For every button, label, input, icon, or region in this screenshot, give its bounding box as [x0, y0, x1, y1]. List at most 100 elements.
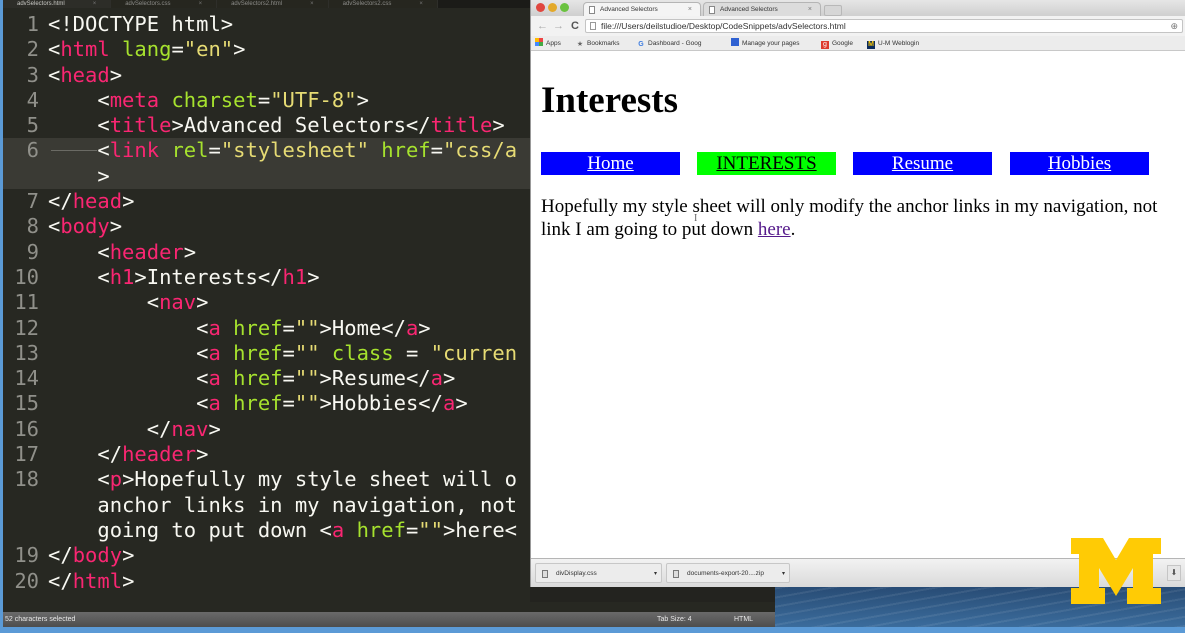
browser-tab[interactable]: Advanced Selectors × — [583, 2, 701, 16]
editor-tab[interactable]: advSelectors.css × — [111, 0, 218, 8]
close-icon[interactable]: × — [310, 1, 314, 7]
line-number: 0 — [3, 518, 39, 543]
bookmark-um-weblogin[interactable]: M U-M Weblogin — [867, 36, 919, 51]
page-paragraph: Hopefully my style sheet will only modif… — [541, 195, 1185, 241]
bookmark-google[interactable]: g Google — [821, 36, 853, 51]
code-text: >Home</ — [319, 315, 406, 340]
nav-link-resume[interactable]: Resume — [853, 152, 992, 175]
code-line[interactable]: 7 </head> — [3, 189, 530, 214]
screen-edge-bottom — [0, 627, 1185, 633]
close-icon[interactable]: × — [93, 1, 97, 7]
line-number: 6 — [26, 138, 39, 163]
line-number: 14 — [14, 366, 39, 391]
code-text: > — [48, 163, 110, 188]
browser-window: Advanced Selectors × Advanced Selectors … — [530, 0, 1185, 587]
editor-tab[interactable]: advSelectors2.html × — [217, 0, 329, 8]
google-plus-icon: g — [821, 41, 829, 49]
bookmark-label: Dashboard - Goog — [648, 40, 702, 47]
code-text: = — [282, 366, 295, 391]
new-tab-button[interactable] — [824, 5, 842, 16]
code-line[interactable]: 13 <a href="" class = "curren — [3, 341, 530, 366]
code-line[interactable]: 17 </header> — [3, 442, 530, 467]
code-tag-name: a — [208, 366, 221, 391]
code-line[interactable]: 10 <h1>Interests</h1> — [3, 265, 530, 290]
code-line[interactable]: 0 going to put down <a href="">here< — [3, 518, 530, 543]
code-line[interactable]: 20 </html> — [3, 569, 530, 594]
code-text: > — [442, 366, 456, 391]
code-line[interactable]: 9 <header> — [3, 240, 530, 265]
paragraph-text: Hopefully my style sheet will only modif… — [541, 196, 1158, 217]
code-line[interactable]: 5 <title>Advanced Selectors</title> — [3, 113, 530, 138]
code-attribute: href — [233, 391, 283, 416]
bookmark-apps[interactable]: Apps — [535, 36, 561, 51]
code-attribute: class — [331, 340, 394, 365]
code-text: < — [48, 37, 61, 62]
code-line[interactable]: 11 <nav> — [3, 290, 530, 315]
download-item[interactable]: documents-export-20....zip ▾ — [666, 563, 790, 583]
close-icon[interactable]: × — [808, 3, 812, 16]
editor-tab-label: advSelectors2.css — [342, 1, 392, 7]
code-text: anchor links in my navigation, not — [48, 492, 517, 517]
nav-link-home[interactable]: Home — [541, 152, 680, 175]
here-link[interactable]: here — [758, 219, 791, 240]
code-line[interactable]: 15 <a href="">Hobbies</a> — [3, 391, 530, 416]
dropdown-caret-icon[interactable]: ▾ — [782, 564, 785, 584]
nav-link-hobbies[interactable]: Hobbies — [1010, 152, 1149, 175]
dropdown-caret-icon[interactable]: ▾ — [654, 564, 657, 584]
close-icon[interactable]: × — [688, 3, 692, 16]
code-text: > — [122, 543, 135, 568]
code-line[interactable]: 8 <body> — [3, 214, 530, 239]
window-zoom-button[interactable] — [560, 3, 569, 12]
bookmark-manage-pages[interactable]: Manage your pages — [731, 36, 799, 51]
code-tag-name: title — [109, 113, 172, 138]
tab-size-selector[interactable]: Tab Size: 4 — [657, 612, 692, 627]
code-line[interactable]: 12 <a href="">Home</a> — [3, 316, 530, 341]
line-number: 18 — [14, 467, 39, 492]
download-item[interactable]: divDisplay.css ▾ — [535, 563, 662, 583]
editor-tab[interactable]: advSelectors2.css × — [328, 0, 438, 8]
nav-link-interests[interactable]: INTERESTS — [697, 152, 836, 175]
browser-tab[interactable]: Advanced Selectors × — [703, 2, 821, 16]
code-text: = — [405, 517, 419, 542]
code-tag-name: a — [208, 340, 221, 365]
address-bar[interactable]: file:///Users/deilstudioe/Desktop/CodeSn… — [585, 19, 1183, 33]
umich-icon: M — [867, 41, 875, 49]
code-text: >here< — [442, 517, 518, 542]
editor-tab[interactable]: advSelectors.html × — [3, 0, 112, 8]
download-arrow-icon[interactable]: ⬇ — [1167, 565, 1181, 581]
code-text: >Hobbies</ — [319, 391, 443, 416]
bookmark-bookmarks[interactable]: ★ Bookmarks — [576, 36, 620, 51]
code-line[interactable]: 14 <a href="">Resume</a> — [3, 366, 530, 391]
line-number: 12 — [14, 315, 39, 340]
download-label: documents-export-20....zip — [687, 570, 764, 577]
line-number: 9 — [26, 239, 39, 264]
bookmark-dashboard[interactable]: G Dashboard - Goog — [637, 36, 701, 51]
code-line[interactable]: 3 <head> — [3, 63, 530, 88]
code-tag-name: meta — [109, 87, 160, 112]
back-arrow-icon[interactable]: ← — [537, 19, 548, 33]
code-line[interactable]: 6 <link rel="stylesheet" href="css/a — [3, 138, 530, 164]
reload-icon[interactable]: C — [571, 19, 579, 33]
close-icon[interactable]: × — [199, 1, 203, 7]
line-number: 13 — [14, 340, 39, 365]
code-tag-name: header — [109, 239, 184, 264]
window-minimize-button[interactable] — [548, 3, 557, 12]
code-line[interactable]: 2 <html lang="en"> — [3, 37, 530, 62]
forward-arrow-icon[interactable]: → — [553, 19, 564, 33]
code-text: = — [257, 87, 271, 112]
code-line[interactable]: 1 <!DOCTYPE html> — [3, 12, 530, 37]
code-line[interactable]: 16 </nav> — [3, 417, 530, 442]
zoom-icon[interactable]: ⊕ — [1170, 20, 1178, 32]
code-line[interactable]: 0 anchor links in my navigation, not — [3, 493, 530, 518]
close-icon[interactable]: × — [419, 1, 423, 7]
syntax-selector[interactable]: HTML — [734, 612, 753, 627]
code-area[interactable]: 1 <!DOCTYPE html> 2 <html lang="en"> 3 <head>… — [3, 12, 530, 602]
page-heading: Interests — [541, 80, 679, 121]
code-line[interactable]: 18 <p>Hopefully my style sheet will o — [3, 467, 530, 492]
code-line[interactable]: 0 > — [3, 163, 530, 190]
code-line[interactable]: 19 </body> — [3, 543, 530, 568]
code-line[interactable]: 4 <meta charset="UTF-8"> — [3, 88, 530, 113]
window-close-button[interactable] — [536, 3, 545, 12]
